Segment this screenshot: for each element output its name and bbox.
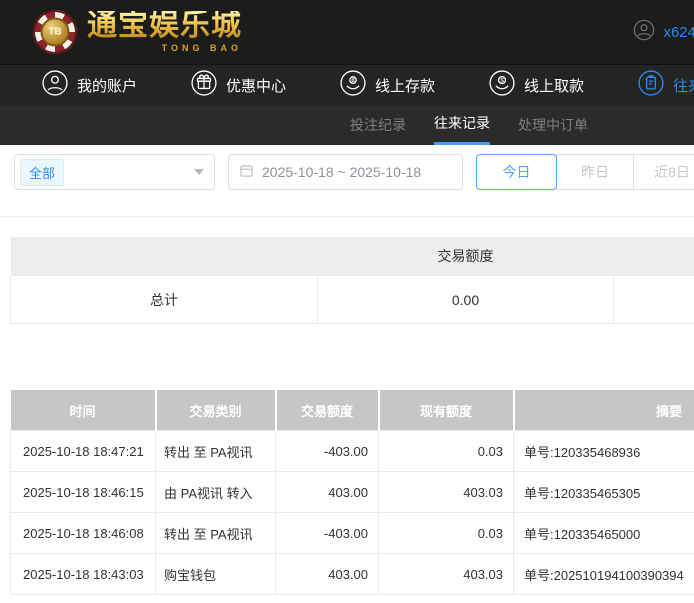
date-range-value: 2025-10-18 ~ 2025-10-18 bbox=[262, 164, 421, 180]
summary-header-empty bbox=[614, 237, 694, 276]
transactions-table: 时间 交易类别 交易额度 现有额度 摘要 2025-10-18 18:47:21… bbox=[10, 390, 694, 595]
summary-cell: 单号:120335465000 bbox=[514, 513, 694, 554]
type-select-value: 全部 bbox=[20, 159, 64, 186]
summary-cell: 单号:202510194100390394 bbox=[514, 554, 694, 595]
main-navigation: 我的账户 优惠中心 线上存款 bbox=[0, 65, 694, 105]
amount-cell: 403.00 bbox=[276, 472, 379, 513]
brand-name: 通宝娱乐城 bbox=[87, 11, 242, 41]
col-header-amount: 交易额度 bbox=[276, 390, 379, 431]
nav-item-label: 往来记录 bbox=[673, 75, 694, 96]
amount-cell: -403.00 bbox=[276, 513, 379, 554]
chip-monogram: TB bbox=[41, 18, 70, 47]
type-cell: 由 PA视讯 转入 bbox=[156, 472, 276, 513]
col-header-type: 交易类别 bbox=[156, 390, 276, 431]
balance-cell: 403.03 bbox=[379, 472, 514, 513]
quick-range-group: 今日 昨日 近8日 bbox=[476, 154, 694, 190]
filter-bar: 全部 2025-10-18 ~ 2025-10-18 今日 昨日 近8日 bbox=[14, 154, 694, 190]
col-header-summary: 摘要 bbox=[514, 390, 694, 431]
yesterday-button[interactable]: 昨日 bbox=[556, 154, 634, 190]
nav-item-label: 线上取款 bbox=[524, 75, 584, 96]
today-button[interactable]: 今日 bbox=[476, 154, 557, 190]
time-cell: 2025-10-18 18:47:21 bbox=[11, 431, 156, 472]
summary-cell: 单号:120335468936 bbox=[514, 431, 694, 472]
records-tabbar: 投注纪录 往来记录 处理中订单 bbox=[0, 105, 694, 145]
brand-logo[interactable]: TB 通宝娱乐城 TONG BAO bbox=[33, 10, 242, 54]
brand-text: 通宝娱乐城 TONG BAO bbox=[87, 11, 242, 53]
amount-cell: -403.00 bbox=[276, 431, 379, 472]
col-header-balance: 现有额度 bbox=[379, 390, 514, 431]
casino-chip-icon: TB bbox=[33, 10, 77, 54]
time-cell: 2025-10-18 18:43:03 bbox=[11, 554, 156, 595]
summary-total-label: 总计 bbox=[11, 276, 318, 324]
table-row: 2025-10-18 18:43:03 购宝钱包 403.00 403.03 单… bbox=[11, 554, 694, 595]
svg-text:$: $ bbox=[500, 77, 504, 84]
summary-total-row: 总计 0.00 bbox=[11, 276, 694, 324]
withdraw-hand-dollar-icon: $ bbox=[489, 70, 515, 100]
table-row: 2025-10-18 18:46:15 由 PA视讯 转入 403.00 403… bbox=[11, 472, 694, 513]
summary-header-row: 交易额度 bbox=[11, 237, 694, 276]
summary-header-empty bbox=[11, 237, 318, 276]
nav-item-withdraw[interactable]: $ 线上取款 bbox=[489, 70, 584, 100]
nav-item-label: 优惠中心 bbox=[226, 75, 286, 96]
table-row: 2025-10-18 18:46:08 转出 至 PA视讯 -403.00 0.… bbox=[11, 513, 694, 554]
deposit-hand-coin-icon bbox=[340, 70, 366, 100]
user-account[interactable]: x624 bbox=[633, 0, 694, 65]
transactions-header-row: 时间 交易类别 交易额度 现有额度 摘要 bbox=[11, 390, 694, 431]
summary-table: 交易额度 总计 0.00 bbox=[10, 237, 694, 324]
amount-cell: 403.00 bbox=[276, 554, 379, 595]
table-row: 2025-10-18 18:47:21 转出 至 PA视讯 -403.00 0.… bbox=[11, 431, 694, 472]
last-8-days-button[interactable]: 近8日 bbox=[633, 154, 694, 190]
balance-cell: 0.03 bbox=[379, 513, 514, 554]
section-divider bbox=[0, 216, 694, 217]
nav-item-label: 我的账户 bbox=[77, 75, 137, 96]
user-circle-icon bbox=[42, 70, 68, 100]
summary-header-amount: 交易额度 bbox=[318, 237, 614, 276]
type-select[interactable]: 全部 bbox=[14, 154, 215, 190]
type-cell: 购宝钱包 bbox=[156, 554, 276, 595]
time-cell: 2025-10-18 18:46:15 bbox=[11, 472, 156, 513]
gift-icon bbox=[191, 70, 217, 100]
chevron-down-icon bbox=[194, 169, 204, 175]
nav-item-label: 线上存款 bbox=[375, 75, 435, 96]
time-cell: 2025-10-18 18:46:08 bbox=[11, 513, 156, 554]
username-text: x624 bbox=[663, 24, 694, 41]
transfer-records-clipboard-icon bbox=[638, 70, 664, 100]
nav-item-transfer-records[interactable]: 往来记录 bbox=[638, 70, 694, 100]
summary-empty-cell bbox=[614, 276, 694, 324]
type-cell: 转出 至 PA视讯 bbox=[156, 431, 276, 472]
type-cell: 转出 至 PA视讯 bbox=[156, 513, 276, 554]
date-range-input[interactable]: 2025-10-18 ~ 2025-10-18 bbox=[228, 154, 463, 190]
page: TB 通宝娱乐城 TONG BAO x624 bbox=[0, 0, 694, 603]
balance-cell: 0.03 bbox=[379, 431, 514, 472]
tab-transfer-records[interactable]: 往来记录 bbox=[434, 105, 490, 145]
calendar-icon bbox=[239, 163, 254, 181]
tab-pending-orders[interactable]: 处理中订单 bbox=[518, 105, 588, 145]
nav-item-deposit[interactable]: 线上存款 bbox=[340, 70, 435, 100]
topbar: TB 通宝娱乐城 TONG BAO x624 bbox=[0, 0, 694, 65]
nav-item-promotions[interactable]: 优惠中心 bbox=[191, 70, 286, 100]
nav-item-my-account[interactable]: 我的账户 bbox=[42, 70, 137, 100]
user-avatar-icon bbox=[633, 19, 655, 46]
col-header-time: 时间 bbox=[11, 390, 156, 431]
brand-subname: TONG BAO bbox=[87, 43, 242, 53]
summary-total-value: 0.00 bbox=[318, 276, 614, 324]
tab-bet-records[interactable]: 投注纪录 bbox=[350, 105, 406, 145]
balance-cell: 403.03 bbox=[379, 554, 514, 595]
summary-cell: 单号:120335465305 bbox=[514, 472, 694, 513]
